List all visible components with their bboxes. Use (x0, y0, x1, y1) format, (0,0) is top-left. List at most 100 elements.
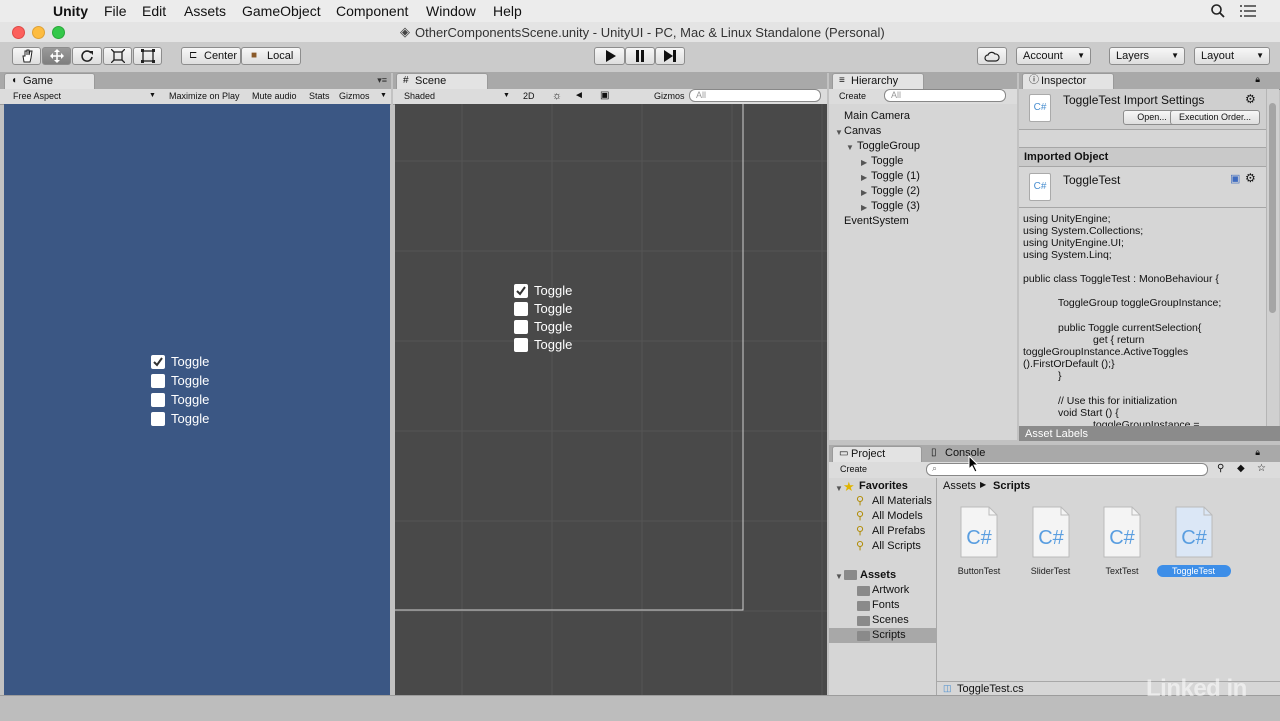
aspect-dropdown[interactable]: Free Aspect (13, 91, 61, 101)
hierarchy-item-toggle-3[interactable]: Toggle (3) (871, 200, 920, 212)
rotate-tool-button[interactable] (72, 47, 102, 65)
folder-scenes[interactable]: Scenes (872, 614, 909, 626)
pivot-center-button[interactable]: ⊏ Center (181, 47, 241, 65)
folder-artwork[interactable]: Artwork (872, 584, 909, 596)
menu-window[interactable]: Window (426, 3, 476, 19)
lock-icon[interactable]: 🔒︎ (1255, 74, 1260, 85)
gizmos-dropdown[interactable]: Gizmos (654, 91, 685, 101)
favorite-all-models[interactable]: All Models (872, 510, 923, 522)
step-button[interactable] (655, 47, 685, 65)
scene-checkbox-0[interactable] (514, 284, 528, 298)
project-create-dropdown[interactable]: Create (840, 464, 867, 474)
lock-icon[interactable]: 🔒︎ (1255, 447, 1260, 458)
asset-label[interactable]: TextTest (1085, 566, 1159, 576)
favorite-all-materials[interactable]: All Materials (872, 495, 932, 507)
account-dropdown[interactable]: Account ▼ (1016, 47, 1091, 65)
hierarchy-search-input[interactable] (884, 89, 1006, 102)
layers-dropdown[interactable]: Layers ▼ (1109, 47, 1185, 65)
hierarchy-item-eventsystem[interactable]: EventSystem (844, 215, 909, 227)
favorite-star-icon[interactable]: ☆ (1257, 463, 1266, 474)
csharp-script-icon[interactable]: C# (1102, 506, 1142, 558)
menu-file[interactable]: File (104, 3, 127, 19)
notification-center-icon[interactable] (1240, 5, 1256, 17)
hierarchy-item-toggle[interactable]: Toggle (871, 155, 903, 167)
expanded-triangle-icon[interactable]: ▼ (835, 572, 843, 581)
folder-scripts[interactable]: Scripts (872, 629, 906, 641)
menu-assets[interactable]: Assets (184, 3, 226, 19)
cloud-button[interactable] (977, 47, 1007, 65)
scene-checkbox-1[interactable] (514, 302, 528, 316)
hierarchy-item-canvas[interactable]: Canvas (844, 125, 881, 137)
filter-by-type-icon[interactable]: ⚲ (1217, 463, 1224, 474)
shading-dropdown[interactable]: Shaded (404, 91, 435, 101)
favorite-all-prefabs[interactable]: All Prefabs (872, 525, 925, 537)
collapsed-triangle-icon[interactable]: ▶ (861, 173, 867, 182)
tab-project[interactable]: ▭ Project (832, 446, 922, 462)
asset-label[interactable]: ButtonTest (942, 566, 1016, 576)
rect-tool-button[interactable] (133, 47, 162, 65)
spotlight-search-icon[interactable] (1211, 4, 1225, 18)
game-view[interactable]: Toggle Toggle Toggle Toggle (4, 104, 390, 695)
expanded-triangle-icon[interactable]: ▼ (835, 484, 843, 493)
csharp-script-icon[interactable]: C# (1031, 506, 1071, 558)
filter-by-label-icon[interactable]: ◆ (1237, 463, 1245, 474)
inspector-scrollbar[interactable] (1266, 89, 1279, 426)
game-checkbox-2[interactable] (151, 393, 165, 407)
game-checkbox-0[interactable] (151, 355, 165, 369)
maximize-on-play-toggle[interactable]: Maximize on Play (169, 91, 240, 101)
image-effects-icon[interactable]: ▣ (600, 90, 609, 101)
hierarchy-item-toggle-1[interactable]: Toggle (1) (871, 170, 920, 182)
hierarchy-create-dropdown[interactable]: Create (839, 91, 866, 101)
move-tool-button[interactable] (42, 47, 71, 65)
tab-inspector[interactable]: ⓘ Inspector (1022, 73, 1114, 89)
help-book-icon[interactable]: ▣ (1230, 172, 1240, 185)
asset-label[interactable]: SliderTest (1014, 566, 1088, 576)
gear-icon[interactable]: ⚙ (1245, 92, 1256, 106)
menu-edit[interactable]: Edit (142, 3, 166, 19)
collapsed-triangle-icon[interactable]: ▶ (861, 188, 867, 197)
game-checkbox-1[interactable] (151, 374, 165, 388)
menu-help[interactable]: Help (493, 3, 522, 19)
assets-folder[interactable]: Assets (860, 569, 896, 581)
tab-hierarchy[interactable]: ≡ Hierarchy (832, 73, 924, 89)
lighting-icon[interactable]: ☼ (552, 90, 562, 102)
zoom-window-button[interactable] (52, 26, 65, 39)
tab-game[interactable]: ◖ Game (4, 73, 95, 89)
panel-menu-icon[interactable]: ▾≡ (377, 75, 387, 86)
hand-tool-button[interactable] (12, 47, 41, 65)
scene-view[interactable]: Toggle Toggle Toggle Toggle (395, 104, 827, 695)
expanded-triangle-icon[interactable]: ▼ (835, 128, 843, 137)
scrollbar-thumb[interactable] (1269, 103, 1276, 313)
csharp-script-icon[interactable]: C# (1174, 506, 1214, 558)
hierarchy-item-main-camera[interactable]: Main Camera (844, 110, 910, 122)
collapsed-triangle-icon[interactable]: ▶ (861, 203, 867, 212)
menu-component[interactable]: Component (336, 3, 408, 19)
pause-button[interactable] (625, 47, 655, 65)
game-checkbox-3[interactable] (151, 412, 165, 426)
hierarchy-item-togglegroup[interactable]: ToggleGroup (857, 140, 920, 152)
asset-label[interactable]: ToggleTest (1156, 565, 1231, 577)
scale-tool-button[interactable] (103, 47, 132, 65)
stats-toggle[interactable]: Stats (309, 91, 330, 101)
gear-icon[interactable]: ⚙ (1245, 171, 1256, 185)
folder-fonts[interactable]: Fonts (872, 599, 900, 611)
close-window-button[interactable] (12, 26, 25, 39)
layout-dropdown[interactable]: Layout ▼ (1194, 47, 1270, 65)
pivot-local-button[interactable]: ■ Local (241, 47, 301, 65)
csharp-script-icon[interactable]: C# (959, 506, 999, 558)
favorites-label[interactable]: Favorites (859, 480, 908, 492)
breadcrumb-scripts[interactable]: Scripts (993, 480, 1030, 492)
2d-mode-toggle[interactable]: 2D (523, 91, 535, 101)
expanded-triangle-icon[interactable]: ▼ (846, 143, 854, 152)
breadcrumb-assets[interactable]: Assets (943, 480, 976, 492)
mute-audio-toggle[interactable]: Mute audio (252, 91, 297, 101)
app-menu[interactable]: Unity (53, 3, 88, 19)
minimize-window-button[interactable] (32, 26, 45, 39)
execution-order-button[interactable]: Execution Order... (1170, 110, 1260, 125)
hierarchy-item-toggle-2[interactable]: Toggle (2) (871, 185, 920, 197)
menu-gameobject[interactable]: GameObject (242, 3, 321, 19)
audio-speaker-icon[interactable]: ◄ (574, 90, 584, 101)
gizmos-dropdown[interactable]: Gizmos (339, 91, 370, 101)
play-button[interactable] (594, 47, 625, 65)
tab-scene[interactable]: # Scene (396, 73, 488, 89)
